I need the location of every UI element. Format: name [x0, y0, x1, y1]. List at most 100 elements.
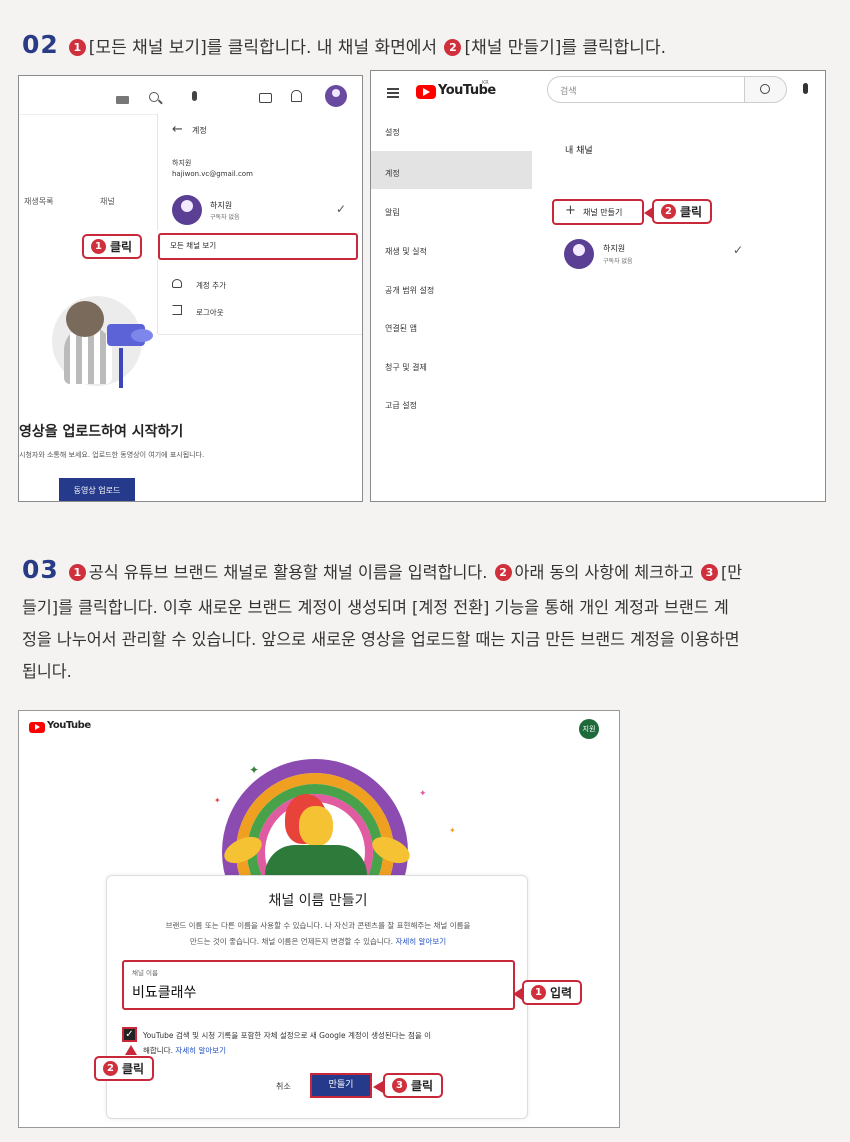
left-screenshot-panel: 재생목록 채널 ← 계정 하지원 hajiwon.vc@gmail.com 하지… — [18, 75, 363, 502]
logout-item[interactable]: 로그아웃 — [196, 307, 224, 318]
create-channel-button[interactable]: + 채널 만들기 — [552, 199, 644, 225]
illustration-face — [299, 806, 333, 846]
menu-item-connected-apps[interactable]: 연결된 앱 — [385, 323, 417, 334]
keyboard-icon[interactable] — [116, 96, 129, 104]
upload-video-button[interactable]: 동영상 업로드 — [59, 478, 135, 501]
step-text: [채널 만들기]를 클릭합니다. — [464, 38, 666, 58]
back-arrow-icon[interactable]: ← — [172, 122, 183, 137]
account-menu-title: 계정 — [192, 126, 207, 135]
check-icon: ✓ — [336, 202, 347, 216]
channel-name-label: 채널 이름 — [132, 969, 158, 977]
callout-pointer — [373, 1081, 383, 1093]
callout-label: 클릭 — [680, 205, 703, 219]
bell-icon[interactable] — [291, 90, 302, 102]
tab-channel[interactable]: 채널 — [100, 196, 115, 207]
callout-badge: 3 — [392, 1078, 407, 1093]
channel-subscriber-count: 구독자 없음 — [603, 258, 633, 265]
plus-icon: + — [565, 203, 576, 218]
dialog-description-line2: 만드는 것이 좋습니다. 채널 이름은 언제든지 변경할 수 있습니다. 자세히… — [117, 936, 519, 947]
upload-heading: 영상을 업로드하여 시작하기 — [19, 424, 184, 440]
menu-item-advanced[interactable]: 고급 설정 — [385, 400, 417, 411]
step-badge: 1 — [68, 39, 86, 56]
step-badge: 2 — [444, 39, 462, 56]
region-code: KR — [482, 80, 489, 86]
menu-item-notifications[interactable]: 알림 — [385, 207, 400, 218]
consent-text: YouTube 검색 및 시청 기록을 포함한 자체 설정으로 새 Google… — [143, 1028, 519, 1058]
create-channel-dialog: 채널 이름 만들기 브랜드 이름 또는 다른 이름을 사용할 수 있습니다. 나… — [106, 875, 528, 1119]
callout-click-1: 1 클릭 — [82, 234, 143, 259]
cancel-button[interactable]: 취소 — [276, 1081, 291, 1092]
tab-playlist[interactable]: 재생목록 — [24, 196, 53, 207]
step-badge: 2 — [494, 564, 512, 581]
learn-more-link[interactable]: 자세히 알아보기 — [395, 937, 446, 946]
callout-pointer — [125, 1045, 137, 1055]
search-icon-handle — [158, 99, 163, 105]
account-name: 하지원 — [210, 201, 233, 210]
step-number: 02 — [22, 30, 59, 59]
menu-item-privacy[interactable]: 공개 범위 설정 — [385, 285, 434, 296]
youtube-logo-text: YouTube — [47, 720, 91, 731]
callout-click-2: 2 클릭 — [652, 199, 713, 224]
dialog-description: 브랜드 이름 또는 다른 이름을 사용할 수 있습니다. 나 자신과 콘텐츠를 … — [165, 921, 471, 930]
hamburger-menu-icon[interactable] — [387, 88, 399, 90]
menu-item-playback[interactable]: 재생 및 실적 — [385, 246, 427, 257]
callout-pointer — [644, 207, 653, 219]
create-button[interactable]: 만들기 — [310, 1073, 372, 1098]
step-text: 공식 유튜브 브랜드 채널로 활용할 채널 이름을 입력합니다. — [88, 563, 488, 582]
menu-item-settings[interactable]: 설정 — [385, 127, 400, 138]
search-button[interactable] — [745, 76, 787, 103]
callout-label: 클릭 — [411, 1079, 434, 1093]
step-02-instruction: 02 1 [모든 채널 보기]를 클릭합니다. 내 채널 화면에서 2 [채널 만들기… — [22, 28, 666, 65]
step-badge: 3 — [700, 564, 718, 581]
add-account-item[interactable]: 계정 추가 — [196, 280, 226, 291]
sparkle-icon: ✦ — [249, 763, 260, 777]
sparkle-icon: ✦ — [419, 789, 427, 799]
channel-name-field[interactable]: 채널 이름 비됴클래쑤 — [122, 960, 515, 1010]
channel-name-value: 비됴클래쑤 — [132, 985, 197, 1001]
mic-icon[interactable] — [192, 91, 197, 101]
callout-badge: 2 — [103, 1061, 118, 1076]
menu-item-account[interactable]: 계정 — [385, 168, 400, 179]
callout-pointer — [513, 988, 522, 1000]
step-text: 됩니다. — [22, 662, 72, 681]
highlight-box — [158, 233, 358, 260]
callout-label: 입력 — [550, 986, 573, 1000]
consent-checkbox[interactable]: ✓ — [122, 1027, 137, 1042]
search-icon — [760, 84, 770, 94]
menu-item-billing[interactable]: 청구 및 결제 — [385, 362, 427, 373]
callout-badge: 2 — [661, 204, 676, 219]
callout-check: 2 클릭 — [94, 1056, 155, 1081]
callout-label: 클릭 — [110, 240, 133, 254]
step-text: [만 — [720, 563, 743, 582]
avatar-head — [332, 89, 340, 97]
step-text: 정을 나누어서 관리할 수 있습니다. 앞으로 새로운 영상을 업로드할 때는 … — [22, 630, 740, 649]
play-icon — [35, 724, 40, 730]
sparkle-icon: ✦ — [214, 796, 221, 805]
add-account-icon — [172, 279, 182, 288]
callout-create: 3 클릭 — [383, 1073, 444, 1098]
consent-learn-more-link[interactable]: 자세히 알아보기 — [175, 1046, 226, 1055]
check-icon: ✓ — [733, 243, 744, 257]
consent-line-text: 해합니다. — [143, 1046, 173, 1055]
step-text: [모든 채널 보기]를 클릭합니다. 내 채널 화면에서 — [88, 38, 438, 58]
create-video-icon[interactable] — [259, 93, 272, 103]
user-email: hajiwon.vc@gmail.com — [172, 170, 253, 178]
illustration-head — [66, 301, 104, 337]
avatar[interactable]: 지원 — [579, 719, 599, 739]
callout-input: 1 입력 — [522, 980, 583, 1005]
channel-avatar-head — [573, 244, 585, 256]
channel-name: 하지원 — [603, 244, 626, 253]
sparkle-icon: ✦ — [449, 826, 456, 835]
search-input[interactable]: 검색 — [547, 76, 745, 103]
account-subscriber-count: 구독자 없음 — [210, 214, 240, 221]
play-icon — [423, 88, 430, 96]
mic-icon[interactable] — [803, 83, 808, 94]
dialog-description-text: 만드는 것이 좋습니다. 채널 이름은 언제든지 변경할 수 있습니다. — [189, 937, 394, 946]
consent-line-2: 해합니다. 자세히 알아보기 — [143, 1043, 519, 1058]
callout-badge: 1 — [531, 985, 546, 1000]
dialog-title: 채널 이름 만들기 — [268, 893, 368, 909]
step-badge: 1 — [68, 564, 86, 581]
logout-icon — [172, 305, 182, 315]
search-placeholder: 검색 — [560, 87, 577, 97]
divider — [158, 334, 362, 335]
